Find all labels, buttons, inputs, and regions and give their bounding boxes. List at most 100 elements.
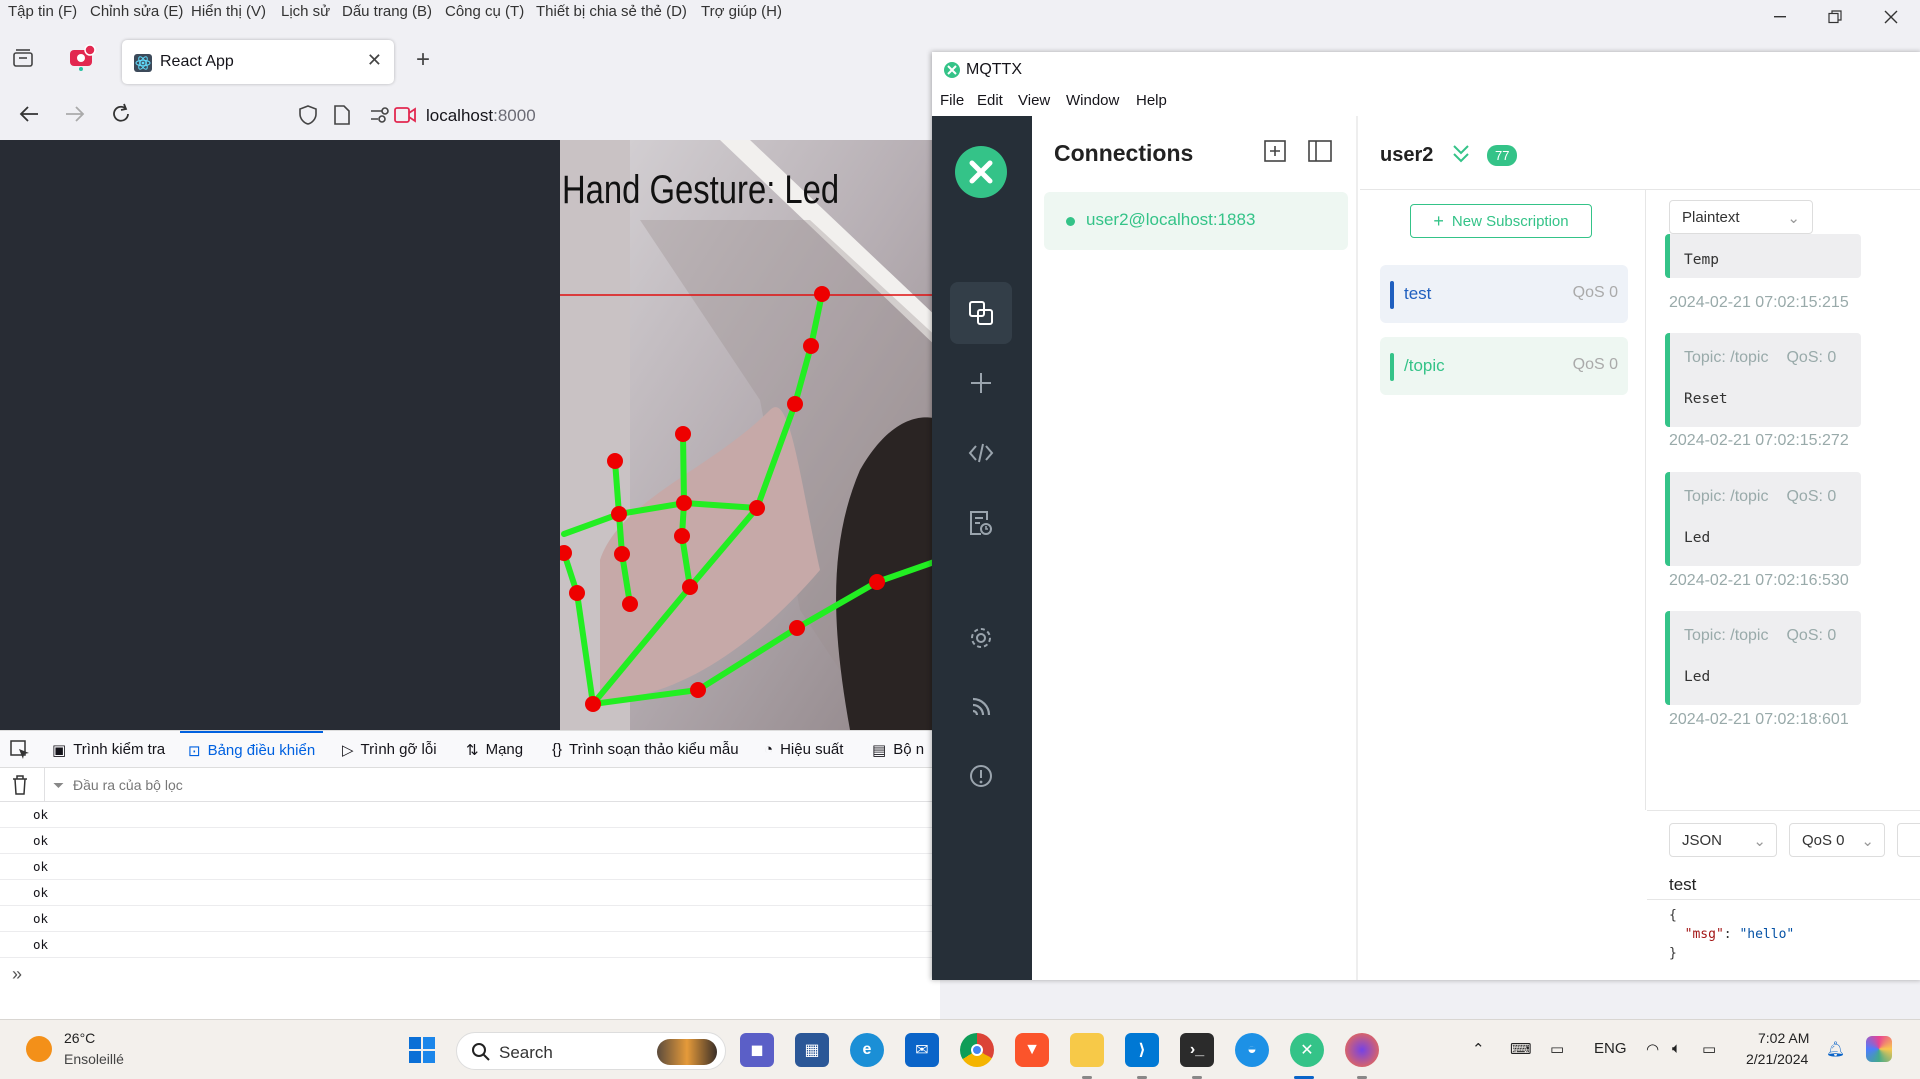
clock-time[interactable]: 7:02 AM [1758,1030,1809,1046]
menu-share-tab[interactable]: Thiết bị chia sẻ thẻ (D) [536,3,687,20]
mqttx-menu-edit[interactable]: Edit [977,92,1003,109]
menu-file[interactable]: Tập tin (F) [8,3,77,20]
weather-temp[interactable]: 26°C [64,1030,95,1046]
subscription-topic: test [1404,284,1432,303]
terminal-icon[interactable]: ›_ [1180,1033,1214,1067]
message-payload: Temp [1684,252,1719,268]
menu-edit[interactable]: Chỉnh sửa (E) [90,3,183,20]
sidebar-connections-button[interactable] [950,282,1012,344]
close-tab-icon[interactable]: ✕ [367,50,382,71]
tab-memory[interactable]: ▤ Bộ n [872,731,924,768]
restore-button[interactable] [1812,0,1858,34]
new-connection-button[interactable] [1264,140,1286,167]
clear-console-button[interactable] [12,775,28,798]
toggle-panel-button[interactable] [1308,140,1332,167]
vscode-icon[interactable]: ⟩ [1125,1033,1159,1067]
tab-overview-button[interactable] [12,48,34,73]
payload-type-select[interactable]: JSON ⌄ [1669,823,1777,857]
qos-select[interactable]: QoS 0 ⌄ [1789,823,1885,857]
chevron-down-icon: ⌄ [1753,833,1766,850]
forward-button[interactable] [64,103,86,130]
subscription-item-test[interactable]: test QoS 0 [1380,265,1628,323]
tab-network[interactable]: ⇅ Mạng [466,731,523,768]
microsoft-store-icon[interactable]: ▦ [795,1033,829,1067]
subscription-qos: QoS 0 [1572,284,1618,301]
sidebar-feed-button[interactable] [950,676,1012,738]
chrome-icon[interactable] [960,1033,994,1067]
message-meta: Topic: /topic QoS: 0 [1684,349,1836,367]
mqttx-menu-help[interactable]: Help [1136,92,1167,109]
tab-style-editor[interactable]: {} Trình soạn thảo kiểu mẫu [552,731,739,768]
add-square-icon [1264,140,1286,162]
payload-format-select[interactable]: Plaintext ⌄ [1669,200,1813,234]
new-tab-button[interactable]: + [416,46,430,74]
menu-tools[interactable]: Công cụ (T) [445,3,524,20]
taskbar-search[interactable]: Search [456,1032,726,1070]
mail-icon[interactable]: ✉ [905,1033,939,1067]
retain-toggle[interactable] [1897,823,1920,857]
filter-input[interactable]: ⏷ Đầu ra của bộ lọc [44,768,924,802]
mqttx-taskbar-icon[interactable]: ✕ [1290,1033,1324,1067]
search-highlight-image [657,1039,717,1065]
tab-debugger[interactable]: ▷ Trình gỡ lỗi [342,731,437,768]
notification-bell-icon[interactable]: 🔔︎ [1826,1040,1845,1058]
console-input-prompt[interactable]: » [12,964,22,985]
search-label: Search [499,1043,553,1062]
docker-icon[interactable]: ◒ [1235,1033,1269,1067]
show-hidden-icons-chevron[interactable]: ⌃ [1472,1040,1485,1058]
menu-help[interactable]: Trợ giúp (H) [701,3,782,20]
json-value: "hello" [1739,927,1795,942]
tab-react-app[interactable]: React App ✕ [122,40,394,84]
debugger-icon: ▷ [342,741,354,759]
compose-topic-input[interactable]: test [1669,875,1696,895]
subscription-item-topic[interactable]: /topic QoS 0 [1380,337,1628,395]
chevron-double-down-icon[interactable] [1452,144,1470,164]
new-subscription-button[interactable]: + New Subscription [1410,204,1592,238]
menu-view[interactable]: Hiển thị (V) [191,3,266,20]
reload-button[interactable] [110,103,132,130]
message-list: Plaintext ⌄ Temp 2024-02-21 07:02:15:215… [1647,190,1920,810]
menu-history[interactable]: Lịch sử [281,3,330,20]
weather-desc[interactable]: Ensoleillé [64,1051,124,1067]
firefox-view-button[interactable] [68,44,96,77]
compose-payload-editor[interactable]: { "msg": "hello" } [1647,899,1920,981]
battery-icon[interactable]: ▭ [1702,1040,1716,1058]
firefox-icon[interactable] [1345,1033,1379,1067]
minimize-button[interactable] [1757,0,1803,34]
menu-bookmarks[interactable]: Dấu trang (B) [342,3,432,20]
sidebar-log-button[interactable] [950,492,1012,554]
volume-icon[interactable]: 🔈︎ [1672,1040,1681,1057]
keyboard-icon[interactable]: ⌨ [1510,1040,1532,1058]
language-indicator[interactable]: ENG [1594,1040,1627,1057]
mqttx-menu-view[interactable]: View [1018,92,1050,109]
sidebar-about-button[interactable] [950,745,1012,807]
mqttx-menu-file[interactable]: File [940,92,964,109]
message-topic: Topic: /topic [1684,349,1769,366]
clock-date[interactable]: 2/21/2024 [1746,1051,1808,1067]
tab-inspector[interactable]: ▣ Trình kiểm tra [52,731,165,768]
sun-weather-icon[interactable] [26,1036,52,1062]
teams-chat-icon[interactable]: ◼ [740,1033,774,1067]
close-window-button[interactable] [1868,0,1914,34]
element-picker-button[interactable] [10,740,30,764]
touchpad-icon[interactable]: ▭ [1550,1040,1564,1058]
chevron-down-icon: ⌄ [1861,833,1874,850]
json-close-brace: } [1669,946,1677,961]
start-button[interactable] [405,1033,439,1067]
edge-browser-icon[interactable]: e [850,1033,884,1067]
file-explorer-icon[interactable] [1070,1033,1104,1067]
tab-performance[interactable]: ◔ Hiệu suất [764,731,843,768]
connection-item[interactable]: user2@localhost:1883 [1044,192,1348,250]
url-bar[interactable]: localhost:8000 [288,95,948,135]
sidebar-new-connection-button[interactable] [950,352,1012,414]
brave-browser-icon[interactable]: ▼ [1015,1033,1049,1067]
copilot-icon[interactable] [1866,1036,1892,1062]
sidebar-script-button[interactable] [950,422,1012,484]
connection-header: user2 77 [1360,116,1920,190]
tab-console[interactable]: ⊡ Bảng điều khiển [180,731,324,768]
mqttx-menu-window[interactable]: Window [1066,92,1119,109]
firefox-menubar: Tập tin (F) Chỉnh sửa (E) Hiển thị (V) L… [0,0,1920,26]
wifi-icon[interactable]: ◠ [1646,1040,1659,1058]
sidebar-settings-button[interactable] [950,607,1012,669]
back-button[interactable] [18,103,40,130]
